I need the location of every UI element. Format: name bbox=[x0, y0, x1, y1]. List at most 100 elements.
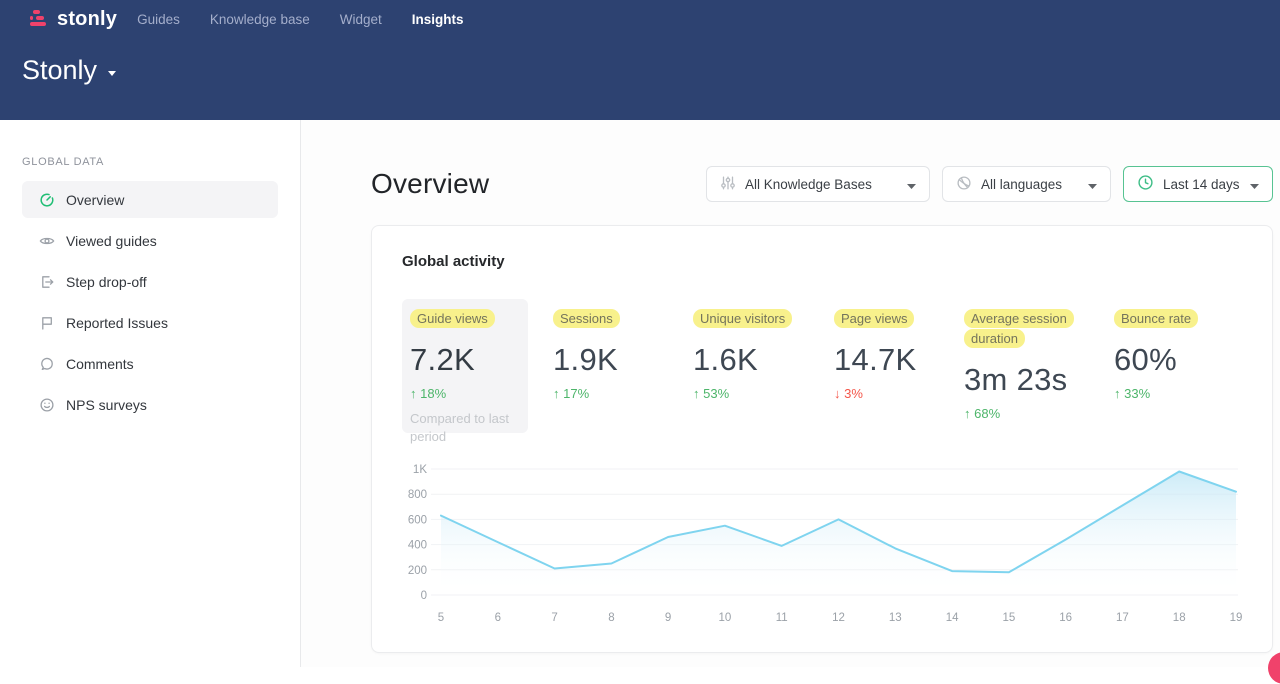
knowledge-base-filter[interactable]: All Knowledge Bases bbox=[706, 166, 930, 202]
metric-label: Page views bbox=[834, 309, 914, 328]
svg-text:9: 9 bbox=[665, 612, 671, 624]
activity-chart: 02004006008001K5678910111213141516171819 bbox=[402, 457, 1242, 642]
metric-value: 14.7K bbox=[834, 342, 964, 378]
metric-delta: ↑ 68% bbox=[964, 406, 1114, 421]
metric-delta: ↑ 33% bbox=[1114, 386, 1198, 401]
svg-text:14: 14 bbox=[946, 612, 959, 624]
svg-text:6: 6 bbox=[495, 612, 501, 624]
brand-name: stonly bbox=[57, 8, 117, 31]
nav-item-guides[interactable]: Guides bbox=[137, 12, 180, 27]
metric-note: Compared to last period bbox=[410, 410, 518, 445]
page-title: Overview bbox=[371, 168, 489, 200]
metric-delta: ↑ 18% bbox=[410, 386, 520, 401]
sidebar-item-reported-issues[interactable]: Reported Issues bbox=[22, 304, 278, 341]
metric-label: Average session duration bbox=[964, 309, 1074, 348]
workspace-name: Stonly bbox=[22, 55, 97, 86]
card-title: Global activity bbox=[402, 253, 1242, 270]
svg-text:19: 19 bbox=[1230, 612, 1242, 624]
svg-text:15: 15 bbox=[1003, 612, 1016, 624]
sidebar-item-nps-surveys[interactable]: NPS surveys bbox=[22, 386, 278, 423]
svg-text:400: 400 bbox=[408, 540, 427, 552]
metric-value: 1.9K bbox=[553, 342, 693, 378]
metric-delta: ↑ 53% bbox=[693, 386, 834, 401]
svg-text:13: 13 bbox=[889, 612, 902, 624]
sidebar-item-label: Overview bbox=[66, 192, 124, 208]
brand-logo[interactable]: stonly bbox=[28, 8, 117, 31]
globe-icon bbox=[956, 175, 972, 194]
gauge-icon bbox=[39, 192, 55, 208]
metric-label: Unique visitors bbox=[693, 309, 792, 328]
main-nav: Guides Knowledge base Widget Insights bbox=[137, 12, 463, 27]
chevron-down-icon bbox=[907, 177, 916, 192]
svg-text:600: 600 bbox=[408, 514, 427, 526]
sidebar-list: Overview Viewed guides Step drop-off Report… bbox=[22, 181, 278, 423]
svg-text:1K: 1K bbox=[413, 464, 427, 476]
date-range-filter-label: Last 14 days bbox=[1163, 177, 1240, 192]
arrow-down-icon: ↓ bbox=[834, 386, 844, 401]
language-filter[interactable]: All languages bbox=[942, 166, 1111, 202]
metric-bounce-rate[interactable]: Bounce rate 60% ↑ 33% bbox=[1114, 299, 1198, 433]
date-range-filter[interactable]: Last 14 days bbox=[1123, 166, 1273, 202]
chevron-down-icon bbox=[1088, 177, 1097, 192]
arrow-up-icon: ↑ bbox=[693, 386, 703, 401]
metric-average-session-duration[interactable]: Average session duration 3m 23s ↑ 68% bbox=[964, 299, 1114, 433]
sidebar-item-label: Step drop-off bbox=[66, 274, 147, 290]
nav-item-widget[interactable]: Widget bbox=[340, 12, 382, 27]
top-nav-row: stonly Guides Knowledge base Widget Insight… bbox=[22, 0, 1258, 38]
sidebar-item-label: NPS surveys bbox=[66, 397, 147, 413]
metric-delta: ↓ 3% bbox=[834, 386, 964, 401]
metric-unique-visitors[interactable]: Unique visitors 1.6K ↑ 53% bbox=[693, 299, 834, 433]
sidebar: GLOBAL DATA Overview Viewed guides Step dr… bbox=[0, 120, 301, 667]
svg-text:18: 18 bbox=[1173, 612, 1186, 624]
svg-text:8: 8 bbox=[608, 612, 614, 624]
metric-label: Sessions bbox=[553, 309, 620, 328]
metric-guide-views[interactable]: Guide views7.2K↑ 18%Compared to last per… bbox=[402, 299, 528, 433]
metric-value: 60% bbox=[1114, 342, 1198, 378]
nav-item-knowledge-base[interactable]: Knowledge base bbox=[210, 12, 310, 27]
main-content: Overview All Knowledge Bases bbox=[301, 120, 1280, 667]
top-header: stonly Guides Knowledge base Widget Insight… bbox=[0, 0, 1280, 120]
svg-text:17: 17 bbox=[1116, 612, 1129, 624]
sidebar-item-viewed-guides[interactable]: Viewed guides bbox=[22, 222, 278, 259]
smiley-icon bbox=[39, 397, 55, 413]
knowledge-base-filter-label: All Knowledge Bases bbox=[745, 177, 872, 192]
workspace-switcher[interactable]: Stonly bbox=[22, 55, 116, 86]
sidebar-item-overview[interactable]: Overview bbox=[22, 181, 278, 218]
svg-text:5: 5 bbox=[438, 612, 444, 624]
svg-text:200: 200 bbox=[408, 565, 427, 577]
sidebar-item-label: Reported Issues bbox=[66, 315, 168, 331]
metric-value: 1.6K bbox=[693, 342, 834, 378]
svg-text:12: 12 bbox=[832, 612, 845, 624]
step-dropoff-icon bbox=[39, 274, 55, 290]
metric-label: Bounce rate bbox=[1114, 309, 1198, 328]
metric-page-views[interactable]: Page views 14.7K ↓ 3% bbox=[834, 299, 964, 433]
arrow-up-icon: ↑ bbox=[1114, 386, 1124, 401]
chevron-down-icon bbox=[1250, 177, 1259, 192]
svg-text:11: 11 bbox=[776, 612, 788, 624]
sidebar-item-label: Comments bbox=[66, 356, 134, 372]
arrow-up-icon: ↑ bbox=[964, 406, 974, 421]
metric-value: 3m 23s bbox=[964, 362, 1114, 398]
metric-label: Guide views bbox=[410, 309, 495, 328]
sidebar-item-label: Viewed guides bbox=[66, 233, 157, 249]
sidebar-item-comments[interactable]: Comments bbox=[22, 345, 278, 382]
metric-value: 7.2K bbox=[410, 342, 520, 378]
sliders-icon bbox=[720, 175, 736, 194]
svg-text:10: 10 bbox=[719, 612, 732, 624]
flag-icon bbox=[39, 315, 55, 331]
global-activity-card: Global activity Guide views 7.2K ↑ 18% Comp… bbox=[371, 225, 1273, 653]
metric-delta: ↑ 17% bbox=[553, 386, 693, 401]
svg-text:0: 0 bbox=[421, 590, 427, 602]
metric-sessions[interactable]: Sessions 1.9K ↑ 17% bbox=[553, 299, 693, 433]
filters-bar: All Knowledge Bases All languages bbox=[706, 166, 1273, 202]
sidebar-item-step-drop-off[interactable]: Step drop-off bbox=[22, 263, 278, 300]
svg-text:7: 7 bbox=[551, 612, 557, 624]
sidebar-section-label: GLOBAL DATA bbox=[22, 156, 278, 168]
language-filter-label: All languages bbox=[981, 177, 1062, 192]
clock-icon bbox=[1137, 174, 1154, 194]
stonly-logo-icon bbox=[28, 8, 49, 30]
svg-text:800: 800 bbox=[408, 489, 427, 501]
comment-icon bbox=[39, 356, 55, 372]
arrow-up-icon: ↑ bbox=[553, 386, 563, 401]
nav-item-insights[interactable]: Insights bbox=[412, 12, 464, 27]
